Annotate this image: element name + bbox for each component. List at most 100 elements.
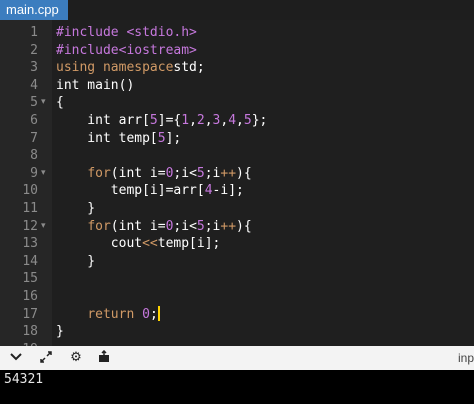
line-number: 12 xyxy=(22,218,38,234)
tab-bar: main.cpp xyxy=(0,0,474,20)
code-token: } xyxy=(56,201,96,216)
code-text: } xyxy=(56,200,95,218)
code-line[interactable]: 11 } xyxy=(0,200,474,218)
code-line[interactable]: 8 xyxy=(0,147,474,165)
code-token: 5 xyxy=(196,165,205,181)
code-text: int main() xyxy=(56,77,134,95)
gear-icon[interactable]: ⚙ xyxy=(68,350,84,366)
code-text: int temp[5]; xyxy=(56,130,181,148)
code-text: int arr[5]={1,2,3,4,5}; xyxy=(56,112,267,130)
code-token: ;i< xyxy=(173,218,197,234)
code-line[interactable]: 4 int main() xyxy=(0,77,474,95)
line-number: 13 xyxy=(22,236,38,252)
code-token: 5 xyxy=(157,130,166,146)
code-token: ++ xyxy=(220,165,237,181)
code-text: } xyxy=(56,323,64,341)
code-editor[interactable]: 1 #include <stdio.h> 2 #include<iostream> 3 u… xyxy=(0,20,474,346)
code-token: }; xyxy=(251,113,268,128)
code-line[interactable]: 17 return 0; xyxy=(0,305,474,324)
code-line[interactable]: 1 #include <stdio.h> xyxy=(0,24,474,42)
line-number: 8 xyxy=(30,148,38,164)
input-label[interactable]: inp xyxy=(458,350,474,366)
code-token: 4 xyxy=(204,183,213,199)
line-number: 15 xyxy=(22,271,38,287)
code-token: int arr[ xyxy=(56,113,150,128)
line-number: 5 xyxy=(30,95,38,111)
tab-main-cpp[interactable]: main.cpp xyxy=(0,0,68,20)
share-icon[interactable] xyxy=(96,349,112,366)
fold-arrow-icon[interactable]: ▾ xyxy=(41,218,46,236)
code-line[interactable]: 2 #include<iostream> xyxy=(0,42,474,60)
code-text: { xyxy=(56,94,64,112)
line-number: 16 xyxy=(22,289,38,304)
code-line[interactable]: 13 cout<<temp[i]; xyxy=(0,235,474,253)
code-text: for(int i=0;i<5;i++){ xyxy=(56,165,251,183)
line-number: 1 xyxy=(30,25,38,40)
code-token: for xyxy=(87,165,111,181)
code-token: 5 xyxy=(243,113,252,128)
code-line[interactable]: 16 xyxy=(0,288,474,306)
output-toolbar: ⚙ inp xyxy=(0,346,474,370)
code-text: for(int i=0;i<5;i++){ xyxy=(56,218,252,236)
code-line[interactable]: 12 ▾ for(int i=0;i<5;i++){ xyxy=(0,218,474,236)
code-token: , xyxy=(204,113,213,128)
code-token: { xyxy=(56,95,64,111)
line-number: 9 xyxy=(30,165,38,181)
code-text: } xyxy=(56,253,95,271)
chevron-down-icon[interactable] xyxy=(8,350,24,366)
code-text: temp[i]=arr[4-i]; xyxy=(56,182,244,200)
code-line[interactable]: 18} xyxy=(0,323,474,341)
line-number: 3 xyxy=(30,60,38,76)
code-line[interactable]: 6 int arr[5]={1,2,3,4,5}; xyxy=(0,112,474,130)
code-line[interactable]: 9 ▾ for(int i=0;i<5;i++){ xyxy=(0,165,474,183)
code-token: int main() xyxy=(56,77,135,93)
fold-arrow-icon[interactable]: ▾ xyxy=(41,94,46,112)
code-line[interactable]: 3 using namespacestd; xyxy=(0,59,474,77)
code-token: cout xyxy=(56,236,143,252)
code-token: #include<iostream> xyxy=(56,42,197,58)
code-text: return 0; xyxy=(56,305,160,324)
code-text: using namespacestd; xyxy=(56,59,205,77)
code-token: } xyxy=(56,253,96,269)
output-text: 54321 xyxy=(4,372,44,387)
code-text: cout<<temp[i]; xyxy=(56,235,221,253)
code-token: ){ xyxy=(236,218,252,234)
code-token: ;i xyxy=(204,165,221,181)
code-line[interactable]: 5 ▾ { xyxy=(0,94,474,112)
code-token: temp[i]=arr[ xyxy=(56,183,205,199)
code-token: int temp[ xyxy=(56,130,158,146)
code-text: #include<iostream> xyxy=(56,42,197,60)
code-text: #include <stdio.h> xyxy=(56,24,197,42)
code-token: ]; xyxy=(165,130,182,146)
fold-arrow-icon[interactable]: ▾ xyxy=(41,165,46,183)
code-token: for xyxy=(87,218,111,234)
code-token: ;i< xyxy=(173,165,197,181)
expand-icon[interactable] xyxy=(38,350,54,366)
code-token: , xyxy=(189,113,197,128)
code-token: #include <stdio.h> xyxy=(56,25,197,40)
code-token: 5 xyxy=(196,218,205,234)
line-number: 11 xyxy=(22,201,38,216)
code-token: 2 xyxy=(196,113,205,128)
line-number: 10 xyxy=(22,183,38,199)
code-token: std; xyxy=(173,60,205,76)
code-token: return xyxy=(87,306,135,322)
code-line[interactable]: 15 xyxy=(0,270,474,288)
line-number: 14 xyxy=(22,253,38,269)
line-number: 4 xyxy=(30,77,38,93)
code-token: temp[i]; xyxy=(157,236,221,252)
code-token: (int i= xyxy=(110,218,166,234)
line-number: 17 xyxy=(22,306,38,322)
code-token: (int i= xyxy=(110,165,166,181)
line-number: 6 xyxy=(30,113,38,128)
output-console: 54321 xyxy=(0,370,474,404)
code-line[interactable]: 14 } xyxy=(0,253,474,271)
code-token: 5 xyxy=(149,113,158,128)
code-line[interactable]: 7 int temp[5]; xyxy=(0,130,474,148)
line-number: 7 xyxy=(30,130,38,146)
code-line[interactable]: 10 temp[i]=arr[4-i]; xyxy=(0,182,474,200)
line-number: 18 xyxy=(22,324,38,340)
code-token: -i]; xyxy=(212,183,244,199)
